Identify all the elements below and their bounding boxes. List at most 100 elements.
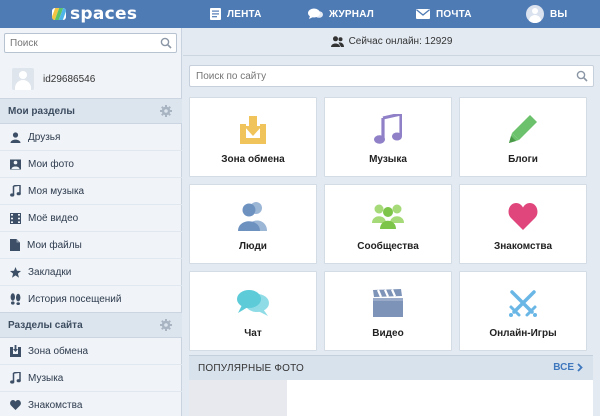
music-note-icon: [10, 372, 21, 384]
sidebar-item-history[interactable]: История посещений: [0, 286, 182, 313]
online-count: Сейчас онлайн: 12929: [348, 36, 453, 47]
heart-icon: [508, 202, 538, 230]
envelope-icon: [416, 9, 430, 19]
sidebar-item-label: Мои фото: [28, 158, 74, 170]
photo-icon: [10, 159, 21, 169]
tile-music[interactable]: Музыка: [324, 97, 452, 177]
sidebar-item-label: История посещений: [28, 293, 122, 305]
sidebar-search: [4, 33, 177, 53]
photo-thumbnail[interactable]: [189, 380, 287, 416]
sidebar-item-label: Музыка: [28, 372, 64, 384]
people-icon: [238, 202, 267, 231]
main-content: Сейчас онлайн: 12929 Зона обмена Музыка …: [183, 28, 600, 416]
popular-photos-header: ПОПУЛЯРНЫЕ ФОТО ВСЕ: [189, 355, 593, 380]
gear-icon[interactable]: [160, 105, 172, 117]
music-note-icon: [10, 185, 21, 197]
logo-text: spaces: [70, 4, 138, 24]
video-icon: [10, 212, 21, 224]
spaces-logo[interactable]: spaces: [52, 3, 137, 25]
file-icon: [10, 239, 20, 251]
sidebar-item-music[interactable]: Музыка: [0, 365, 182, 392]
user-avatar-icon: [526, 5, 544, 23]
tile-label: Музыка: [369, 154, 407, 165]
avatar: [12, 68, 34, 90]
tile-label: Видео: [372, 328, 404, 339]
tile-blogs[interactable]: Блоги: [459, 97, 587, 177]
chat-bubbles-icon: [308, 8, 323, 19]
tile-people[interactable]: Люди: [189, 184, 317, 264]
my-sections-title: Мои разделы: [8, 105, 75, 117]
music-note-icon: [374, 114, 402, 144]
clapperboard-icon: [373, 289, 403, 317]
gear-icon[interactable]: [160, 319, 172, 331]
site-search-input[interactable]: [190, 66, 560, 86]
search-icon[interactable]: [160, 37, 172, 49]
tile-online-games[interactable]: Онлайн-Игры: [459, 271, 587, 351]
exchange-icon: [10, 345, 21, 357]
tile-label: Онлайн-Игры: [489, 328, 557, 339]
tile-label: Зона обмена: [221, 154, 285, 165]
top-bar: spaces ЛЕНТА ЖУРНАЛ ПОЧТА ВЫ: [0, 0, 600, 28]
sidebar-item-label: Моя музыка: [28, 185, 85, 197]
nav-you[interactable]: ВЫ: [526, 0, 567, 28]
sidebar-item-friends[interactable]: Друзья: [0, 124, 182, 151]
sidebar-item-my-photos[interactable]: Мои фото: [0, 151, 182, 178]
spaces-logo-mark-icon: [52, 8, 66, 20]
tile-label: Люди: [239, 241, 267, 252]
sidebar-item-bookmarks[interactable]: Закладки: [0, 259, 182, 286]
site-search: [189, 65, 594, 87]
nav-you-label: ВЫ: [550, 8, 568, 20]
feed-icon: [210, 8, 221, 20]
nav-journal-label: ЖУРНАЛ: [329, 8, 374, 20]
sidebar-item-label: Знакомства: [28, 399, 83, 411]
sidebar-item-my-files[interactable]: Мои файлы: [0, 232, 182, 259]
popular-photos-title: ПОПУЛЯРНЫЕ ФОТО: [198, 362, 304, 374]
community-icon: [372, 204, 404, 229]
search-icon[interactable]: [576, 70, 588, 82]
tile-communities[interactable]: Сообщества: [324, 184, 452, 264]
sidebar-item-exchange[interactable]: Зона обмена: [0, 338, 182, 365]
sidebar-item-my-video[interactable]: Моё видео: [0, 205, 182, 232]
tile-chat[interactable]: Чат: [189, 271, 317, 351]
sidebar-item-label: Зона обмена: [28, 345, 89, 357]
my-sections-header: Мои разделы: [0, 98, 182, 124]
footprints-icon: [10, 293, 21, 305]
sidebar-item-label: Друзья: [28, 131, 61, 143]
profile-name: id29686546: [43, 73, 96, 85]
tile-dating[interactable]: Знакомства: [459, 184, 587, 264]
sidebar-search-input[interactable]: [5, 34, 155, 52]
popular-all-label: ВСЕ: [553, 362, 574, 373]
download-tray-icon: [240, 116, 266, 144]
site-sections-title: Разделы сайта: [8, 319, 83, 331]
sidebar-item-label: Моё видео: [28, 212, 79, 224]
online-status-bar: Сейчас онлайн: 12929: [183, 28, 600, 56]
crossed-swords-icon: [509, 290, 537, 317]
sidebar-item-dating[interactable]: Знакомства: [0, 392, 182, 416]
tile-video[interactable]: Видео: [324, 271, 452, 351]
nav-mail-label: ПОЧТА: [436, 8, 472, 20]
nav-mail[interactable]: ПОЧТА: [416, 0, 472, 28]
sidebar-item-label: Мои файлы: [27, 239, 82, 251]
tile-label: Сообщества: [357, 241, 419, 252]
popular-photos-strip: [189, 380, 593, 416]
profile-link[interactable]: id29686546: [0, 60, 182, 98]
sidebar: id29686546 Мои разделы Друзья Мои фото М…: [0, 28, 182, 416]
pen-icon: [509, 115, 537, 143]
sidebar-item-my-music[interactable]: Моя музыка: [0, 178, 182, 205]
friends-icon: [10, 131, 21, 143]
site-sections-header: Разделы сайта: [0, 312, 182, 338]
sidebar-item-label: Закладки: [28, 266, 72, 278]
users-icon: [330, 36, 344, 47]
tile-exchange[interactable]: Зона обмена: [189, 97, 317, 177]
heart-icon: [10, 400, 21, 410]
tile-label: Знакомства: [493, 241, 553, 252]
chevron-right-icon: [577, 363, 583, 372]
nav-feed[interactable]: ЛЕНТА: [210, 0, 262, 28]
star-icon: [10, 266, 21, 278]
nav-feed-label: ЛЕНТА: [227, 8, 262, 20]
tile-label: Чат: [244, 328, 262, 339]
tile-label: Блоги: [508, 154, 538, 165]
popular-all-link[interactable]: ВСЕ: [553, 362, 583, 373]
nav-journal[interactable]: ЖУРНАЛ: [308, 0, 374, 28]
chat-icon: [237, 290, 269, 316]
